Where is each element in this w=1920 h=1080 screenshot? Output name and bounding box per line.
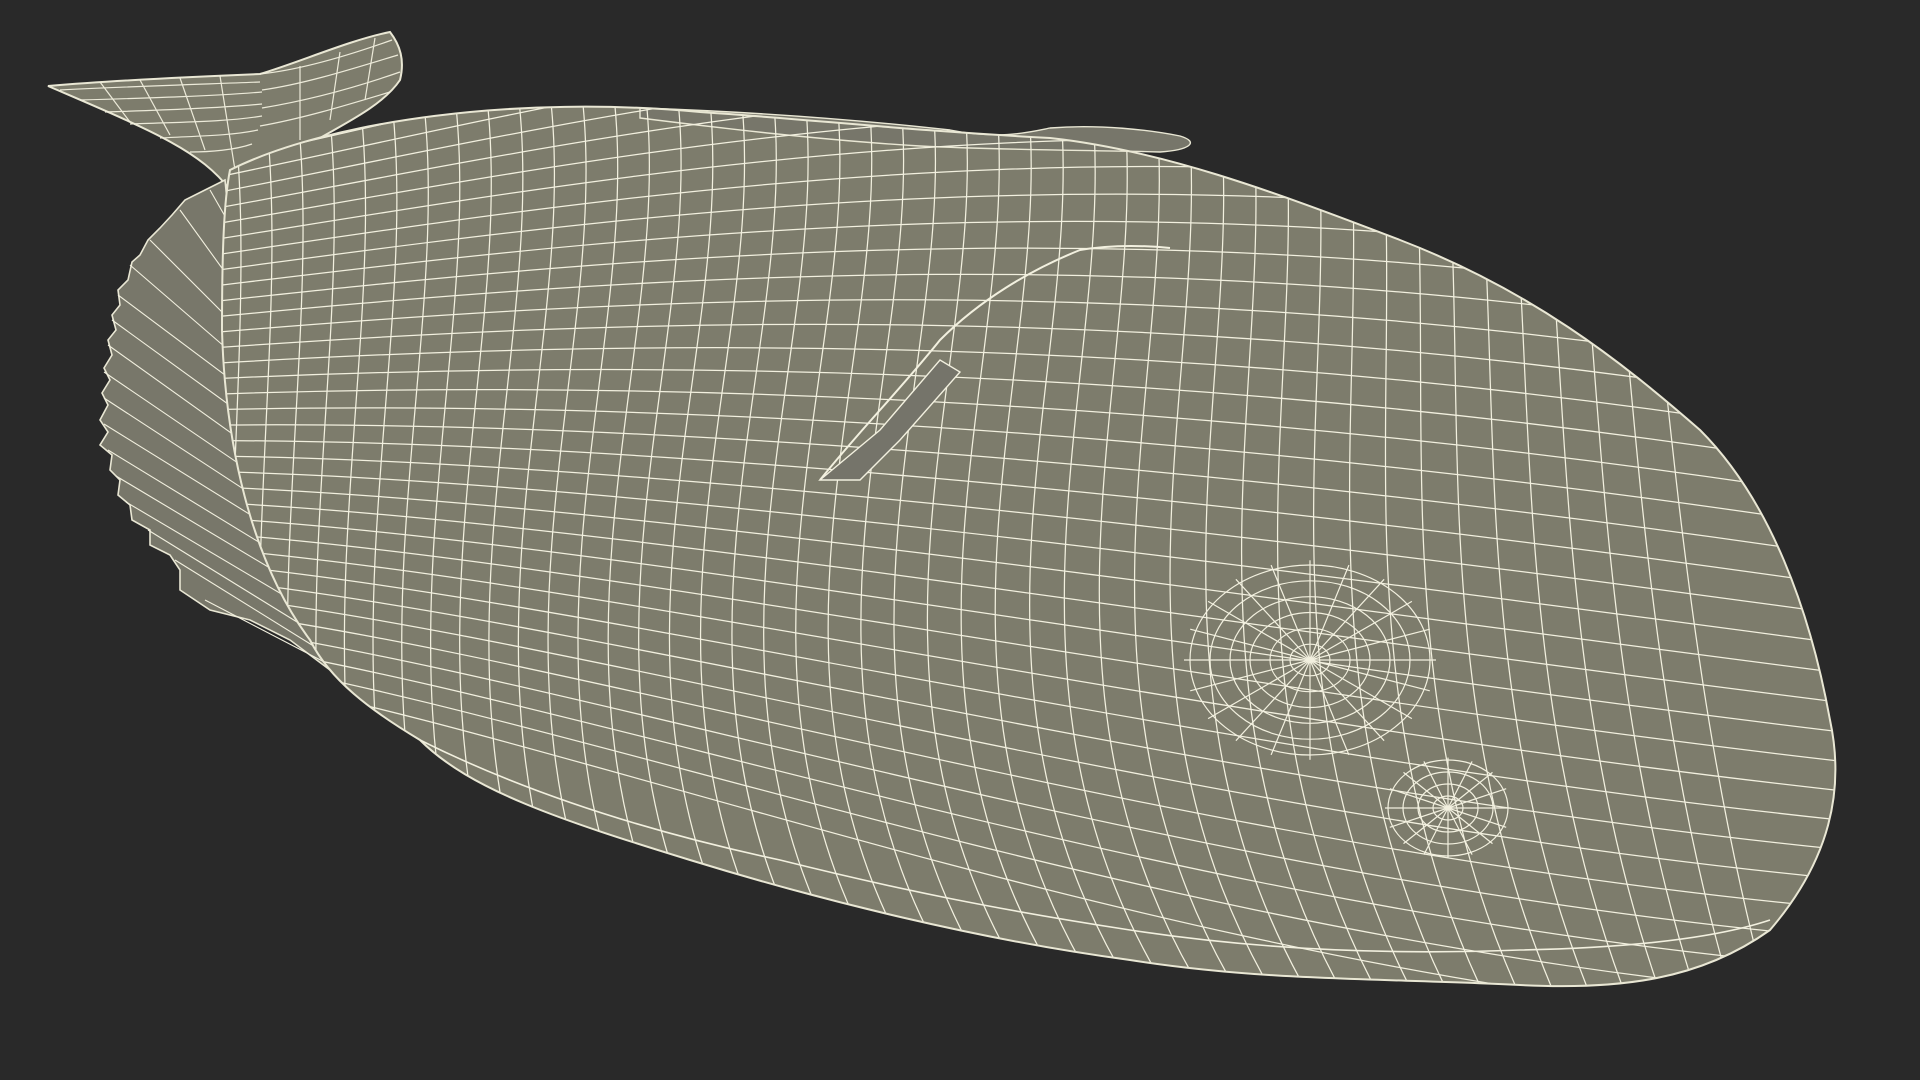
nostril-pole — [1385, 757, 1511, 859]
fish-mesh — [0, 0, 1920, 1080]
3d-viewport[interactable] — [0, 0, 1920, 1080]
